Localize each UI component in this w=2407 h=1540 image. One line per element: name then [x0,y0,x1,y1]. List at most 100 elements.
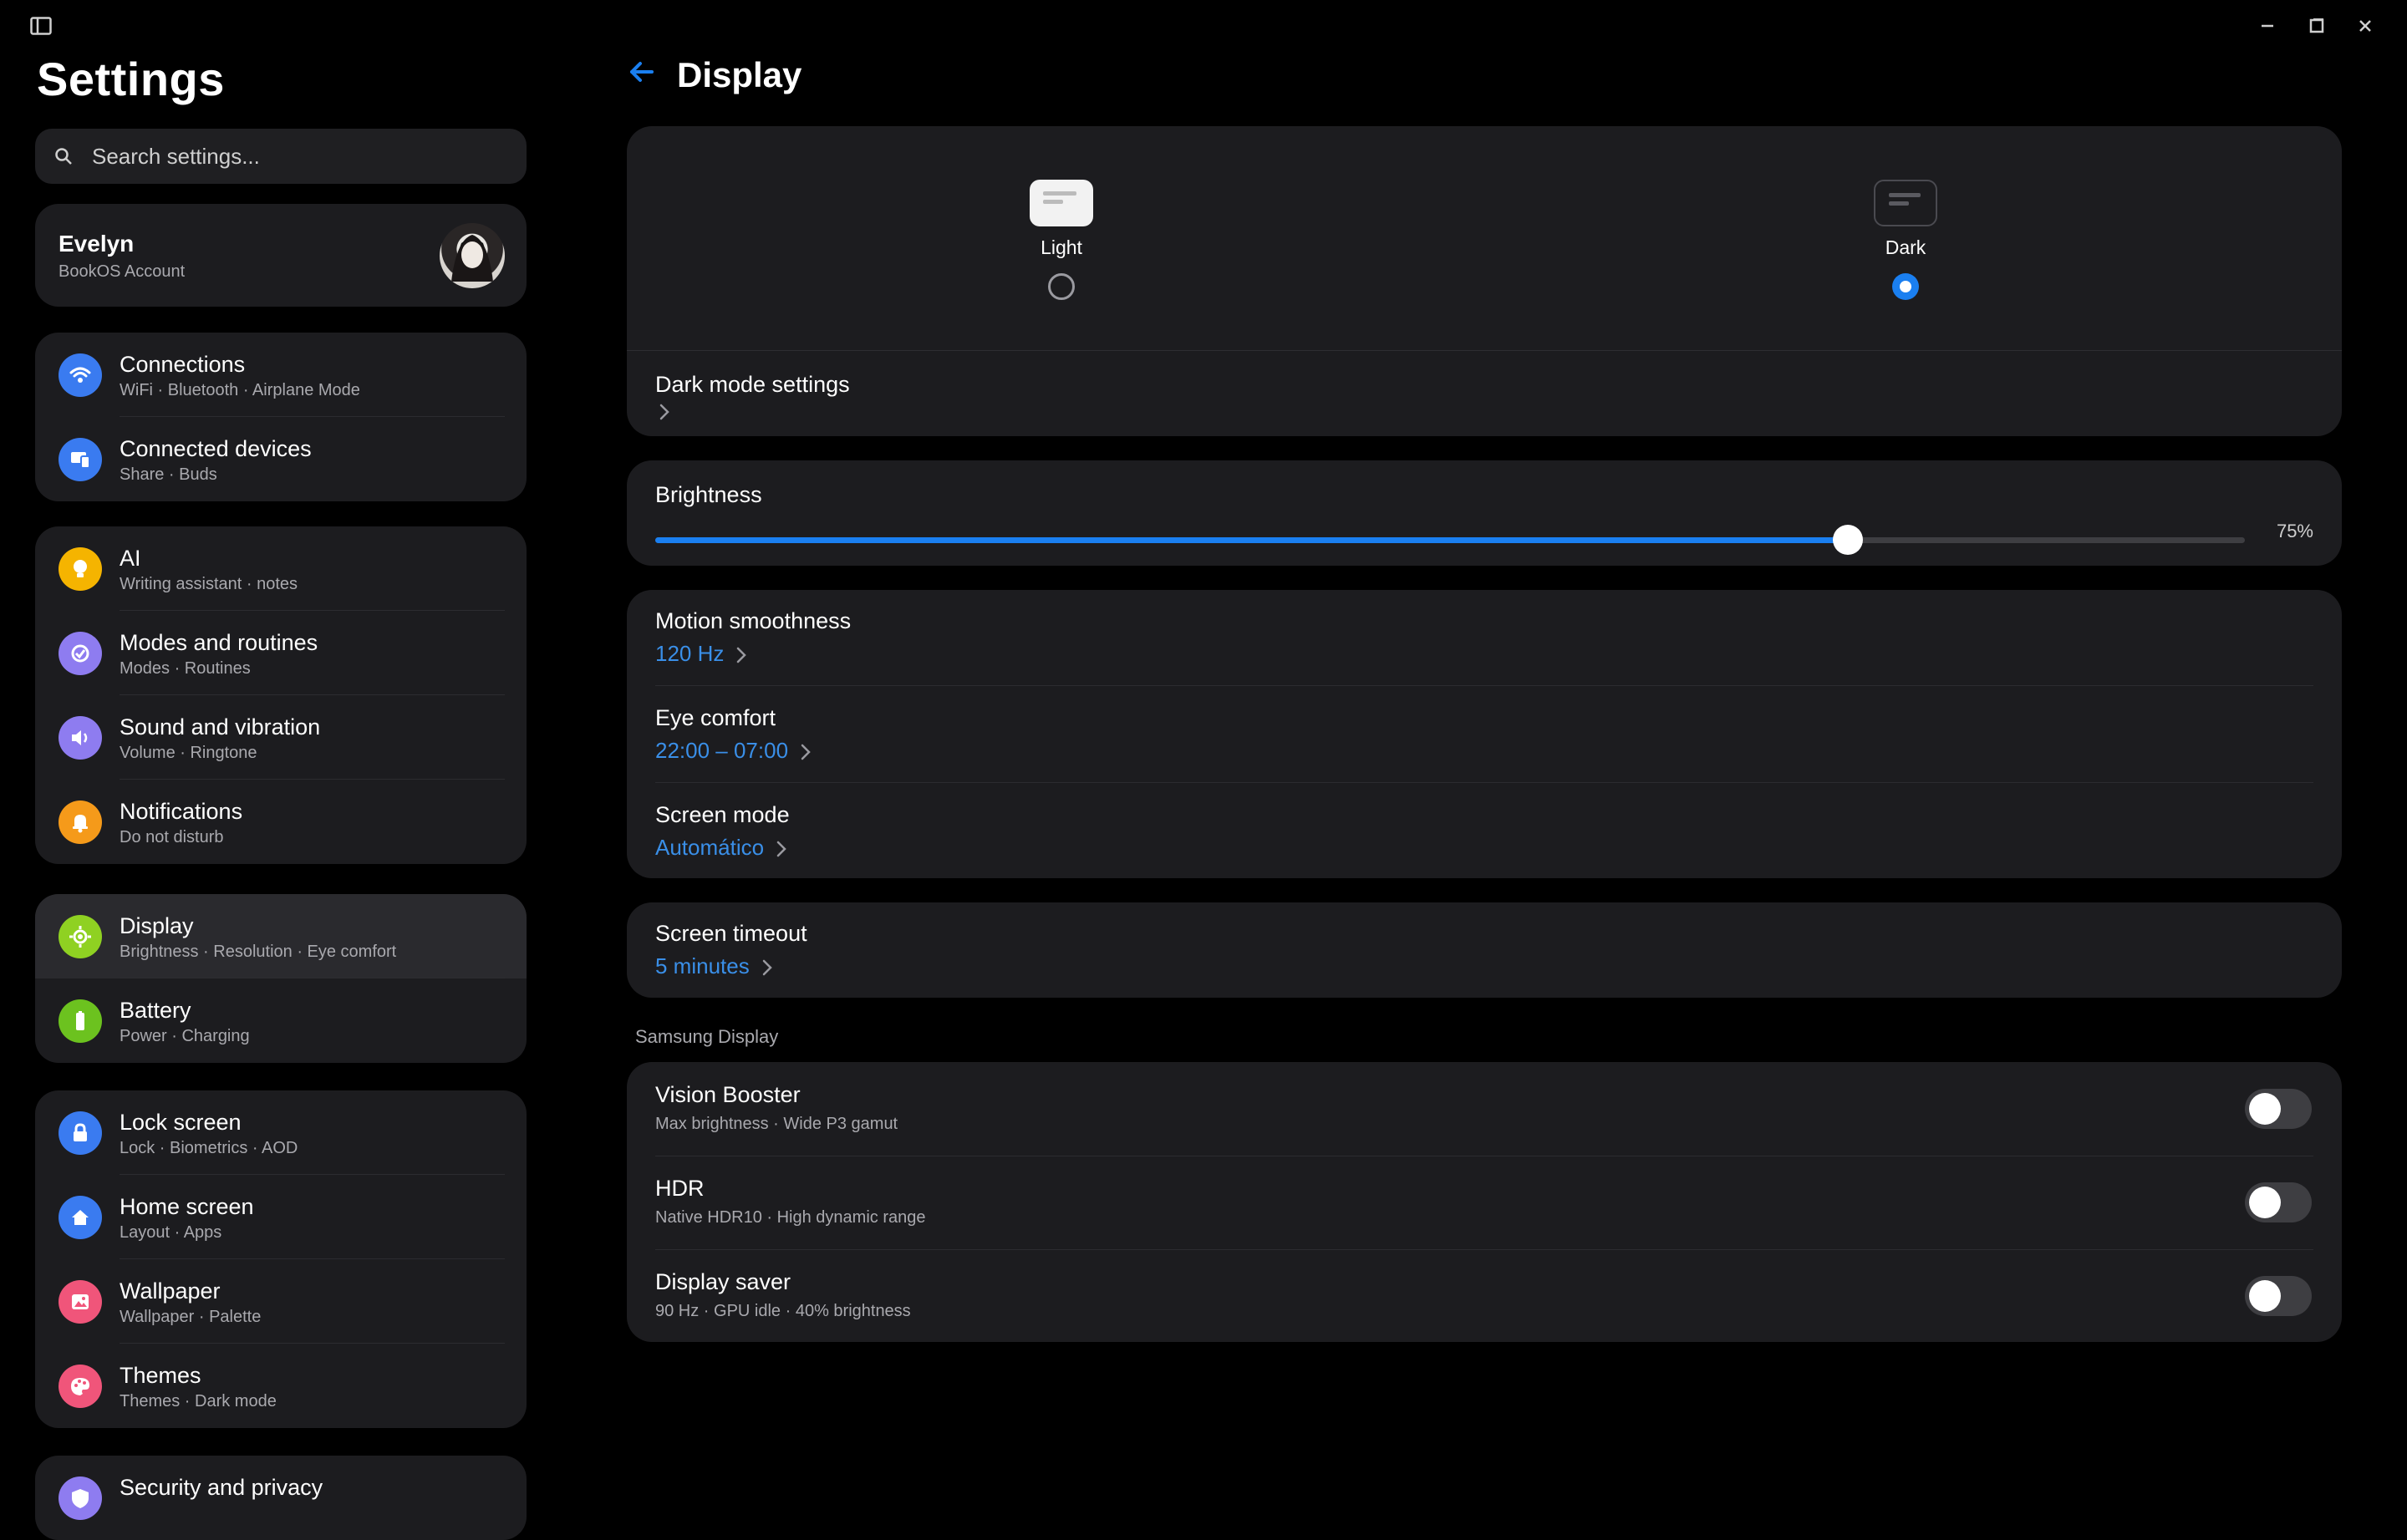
search-input[interactable] [90,142,495,170]
close-icon[interactable] [2353,15,2378,37]
chevron-right-icon [735,646,747,668]
sidebar-item-themes[interactable]: Themes Themes · Dark mode [35,1344,527,1428]
speaker-icon [59,715,102,760]
screen-mode-value: Automático [655,835,765,860]
devices-icon [59,437,102,481]
light-theme-option[interactable]: Light [1011,176,1112,302]
sidebar-item-subtitle: Themes · Dark mode [120,1392,277,1410]
screen-mode-row[interactable]: Screen mode Automático [655,802,2310,869]
back-button[interactable] [628,60,655,88]
display-options-panel: Motion smoothness 120 Hz Eye comfort 22:… [627,590,2342,878]
maximize-icon[interactable] [2304,15,2329,37]
chevron-right-icon [659,403,2310,425]
sidebar-item-lock-screen[interactable]: Lock screen Lock · Biometrics · AOD [35,1090,527,1175]
hdr-label: HDR [655,1176,705,1201]
lock-icon [59,1111,102,1155]
light-theme-radio[interactable] [1048,273,1075,300]
battery-icon [59,999,102,1043]
palette-icon [59,1364,102,1408]
screen-mode-label: Screen mode [655,802,790,827]
sidebar-group: AI Writing assistant · notes Modes and rou… [35,526,527,864]
sidebar-item-home-screen[interactable]: Home screen Layout · Apps [35,1175,527,1259]
sidebar-item-subtitle: Power · Charging [120,1027,250,1045]
eye-comfort-value: 22:00 – 07:00 [655,738,789,763]
hdr-toggle[interactable] [2245,1182,2312,1222]
sidebar-item-display[interactable]: Display Brightness · Resolution · Eye com… [35,894,527,978]
chevron-right-icon [776,840,787,862]
sidebar-group: Connections WiFi · Bluetooth · Airplane M… [35,333,527,501]
page-title: Display [677,55,802,94]
dark-theme-radio[interactable] [1892,273,1919,300]
routine-icon [59,631,102,675]
chevron-right-icon [800,743,812,765]
sidebar-item-subtitle: Brightness · Resolution · Eye comfort [120,943,397,961]
vision-booster-toggle[interactable] [2245,1089,2312,1129]
brightness-label: Brightness [655,482,762,507]
sidebar-item-label: Sound and vibration [120,714,321,740]
sidebar-item-sound-and-vibration[interactable]: Sound and vibration Volume · Ringtone [35,695,527,780]
sidebar-item-security-and-privacy[interactable]: Security and privacy [35,1456,527,1540]
sidebar-item-subtitle: Do not disturb [120,828,224,846]
sidebar-item-subtitle: WiFi · Bluetooth · Airplane Mode [120,381,360,399]
home-icon [59,1195,102,1239]
display-saver-row[interactable]: Display saver 90 Hz · GPU idle · 40% bri… [627,1249,2342,1343]
app-title: Settings [37,53,225,105]
sidebar-item-label: Connections [120,352,246,377]
eye-comfort-row[interactable]: Eye comfort 22:00 – 07:00 [655,705,2310,772]
sidebar-group: Security and privacy [35,1456,527,1540]
sidebar-item-notifications[interactable]: Notifications Do not disturb [35,780,527,864]
shield-icon [59,1476,102,1520]
motion-smoothness-value: 120 Hz [655,641,725,666]
sidebar-toggle-icon[interactable] [28,15,53,37]
bell-icon [59,800,102,844]
sun-gear-icon [59,914,102,958]
motion-smoothness-row[interactable]: Motion smoothness 120 Hz [655,608,2310,675]
dark-theme-option[interactable]: Dark [1855,176,1956,302]
light-theme-label: Light [1041,236,1082,258]
search-bar[interactable] [35,129,527,184]
sidebar-item-label: Lock screen [120,1110,242,1135]
sidebar-item-connections[interactable]: Connections WiFi · Bluetooth · Airplane M… [35,333,527,417]
section-header: Samsung Display [635,1026,779,1047]
display-saver-toggle[interactable] [2245,1276,2312,1316]
brightness-slider-handle[interactable] [1832,525,1863,555]
samsung-display-panel: Vision Booster Max brightness · Wide P3 … [627,1062,2342,1342]
display-saver-label: Display saver [655,1269,791,1294]
sidebar-item-subtitle: Modes · Routines [120,659,251,678]
dark-mode-settings-row[interactable]: Dark mode settings [655,368,2310,427]
hdr-subtitle: Native HDR10 · High dynamic range [655,1208,926,1227]
sidebar-item-subtitle: Writing assistant · notes [120,575,298,593]
dark-theme-icon [1874,180,1937,226]
sidebar-item-subtitle: Volume · Ringtone [120,744,257,762]
eye-comfort-label: Eye comfort [655,705,776,730]
sidebar-item-label: Modes and routines [120,630,318,655]
sidebar-item-modes-and-routines[interactable]: Modes and routines Modes · Routines [35,611,527,695]
chevron-right-icon [761,958,773,981]
vision-booster-label: Vision Booster [655,1082,801,1107]
avatar[interactable] [440,223,505,288]
sidebar-item-label: Battery [120,998,191,1023]
sidebar-item-label: Wallpaper [120,1278,221,1304]
brightness-value: 75% [2276,521,2313,541]
dark-mode-settings-label: Dark mode settings [655,372,850,397]
sidebar-item-label: AI [120,546,141,571]
minimize-icon[interactable] [2255,15,2280,37]
screen-timeout-panel[interactable]: Screen timeout 5 minutes [627,902,2342,998]
brightness-slider[interactable] [655,525,2245,555]
screen-timeout-label: Screen timeout [655,921,807,946]
vision-booster-subtitle: Max brightness · Wide P3 gamut [655,1115,898,1133]
hdr-row[interactable]: HDR Native HDR10 · High dynamic range [627,1156,2342,1249]
sidebar-item-connected-devices[interactable]: Connected devices Share · Buds [35,417,527,501]
vision-booster-row[interactable]: Vision Booster Max brightness · Wide P3 … [627,1062,2342,1156]
sidebar-item-label: Security and privacy [120,1475,323,1500]
sidebar-item-subtitle: Lock · Biometrics · AOD [120,1139,298,1157]
sidebar-item-label: Connected devices [120,436,312,461]
sidebar-group: Lock screen Lock · Biometrics · AOD Home s… [35,1090,527,1428]
sidebar-item-wallpaper[interactable]: Wallpaper Wallpaper · Palette [35,1259,527,1344]
sidebar-item-subtitle: Share · Buds [120,465,217,484]
sidebar-item-label: Home screen [120,1194,254,1219]
sidebar-item-ai[interactable]: AI Writing assistant · notes [35,526,527,611]
account-card[interactable]: Evelyn BookOS Account [35,204,527,307]
sidebar-item-battery[interactable]: Battery Power · Charging [35,978,527,1063]
image-icon [59,1279,102,1324]
